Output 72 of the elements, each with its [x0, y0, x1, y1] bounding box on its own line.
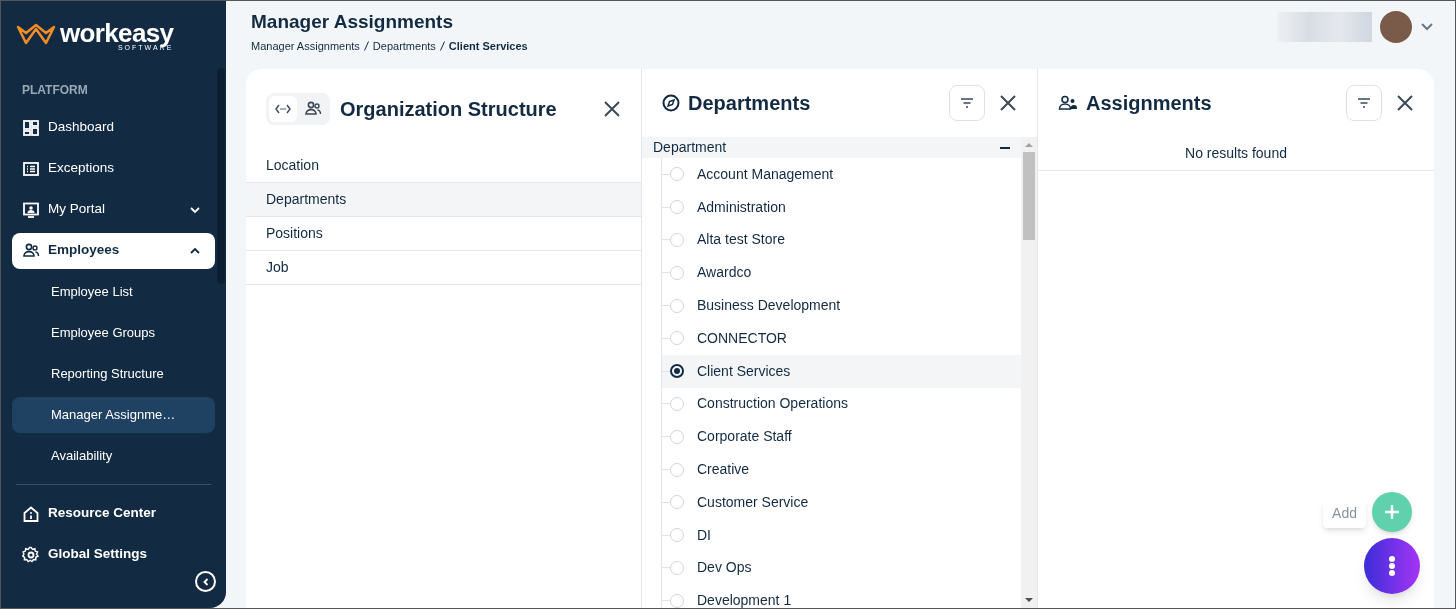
settings-icon	[22, 545, 40, 564]
radio-option[interactable]: Creative	[662, 453, 1021, 486]
panel-title: Assignments	[1086, 91, 1212, 116]
radio-option[interactable]: Awardco	[662, 256, 1021, 290]
sidebar-subitem[interactable]: Employee List	[12, 273, 215, 310]
radio-option[interactable]: Dev Ops	[662, 551, 1021, 585]
radio-option[interactable]: Development 1	[662, 584, 1021, 608]
sidebar-subitem[interactable]: Employee Groups	[12, 314, 215, 351]
radio-option[interactable]: Business Development	[662, 289, 1021, 322]
breadcrumb-link[interactable]: Departments	[372, 37, 436, 55]
panel-title: Departments	[688, 91, 811, 116]
close-button[interactable]	[999, 94, 1017, 112]
breadcrumb-link[interactable]: Manager Assignments	[251, 37, 360, 55]
radio-option[interactable]: DI	[662, 518, 1021, 552]
slash-icon	[363, 41, 369, 51]
list-item[interactable]: Job	[246, 251, 641, 285]
chevron-down-icon	[189, 205, 201, 214]
filter-button[interactable]	[949, 85, 985, 121]
close-icon	[999, 94, 1017, 112]
sidebar-item[interactable]: Resource Center	[12, 495, 215, 532]
group-header[interactable]: Department	[642, 137, 1021, 158]
sidebar-item[interactable]: My Portal	[12, 191, 215, 228]
filter-icon	[1357, 98, 1371, 108]
radio-option[interactable]: Customer Service	[662, 485, 1021, 519]
radio-option[interactable]: Client Services	[662, 354, 1021, 388]
compass-icon	[662, 94, 680, 112]
scroll-down-arrow-icon[interactable]	[1025, 597, 1033, 603]
monitor-user-icon	[22, 200, 40, 219]
collapse-sidebar-button[interactable]	[195, 571, 216, 592]
people-icon	[1058, 95, 1078, 111]
vertical-dots-icon	[1388, 555, 1396, 577]
dashboard-icon	[22, 118, 40, 137]
radio-option[interactable]: Administration	[662, 190, 1021, 224]
section-label: PLATFORM	[21, 82, 89, 99]
scrollbar-thumb[interactable]	[1023, 152, 1035, 240]
plus-icon	[1383, 503, 1401, 521]
list-icon	[22, 159, 40, 178]
list-item[interactable]: Positions	[246, 217, 641, 251]
avatar[interactable]	[1380, 11, 1412, 43]
people-icon	[304, 100, 322, 118]
sidebar-subitem[interactable]: Reporting Structure	[12, 355, 215, 392]
page-title: Manager Assignments	[251, 10, 454, 34]
close-icon	[603, 100, 621, 118]
filter-icon	[960, 98, 974, 108]
sidebar-item[interactable]: Exceptions	[12, 150, 215, 187]
sidebar-item[interactable]: Employees	[12, 232, 215, 269]
filter-button[interactable]	[1346, 85, 1382, 121]
chevron-down-icon[interactable]	[1420, 22, 1434, 32]
sidebar-subitem[interactable]: Availability	[12, 437, 215, 474]
list-item[interactable]: Departments	[246, 183, 641, 217]
radio-option[interactable]: Construction Operations	[662, 387, 1021, 421]
close-button[interactable]	[603, 100, 621, 118]
empty-message: No results found	[1185, 144, 1287, 163]
radio-option[interactable]: CONNECTOR	[662, 322, 1021, 355]
sidebar-subitem[interactable]: Manager Assignme…	[12, 396, 215, 433]
slash-icon	[439, 41, 445, 51]
panel-title: Organization Structure	[340, 97, 557, 122]
radio-option[interactable]: Account Management	[662, 158, 1021, 191]
logo-wordmark: workeasy	[60, 19, 174, 46]
people-icon	[22, 241, 40, 260]
sidebar-item[interactable]: Dashboard	[12, 109, 215, 146]
radio-option[interactable]: Corporate Staff	[662, 420, 1021, 454]
code-arrows-toggle[interactable]	[269, 96, 297, 122]
chevron-up-icon	[189, 246, 201, 255]
crown-logo-icon	[16, 23, 56, 47]
close-button[interactable]	[1396, 94, 1414, 112]
radio-option[interactable]: Alta test Store	[662, 223, 1021, 257]
close-icon	[1396, 94, 1414, 112]
house-icon	[22, 504, 40, 523]
more-actions-button[interactable]	[1364, 538, 1420, 594]
sidebar-item[interactable]: Global Settings	[12, 536, 215, 573]
add-tooltip: Add	[1323, 499, 1366, 528]
